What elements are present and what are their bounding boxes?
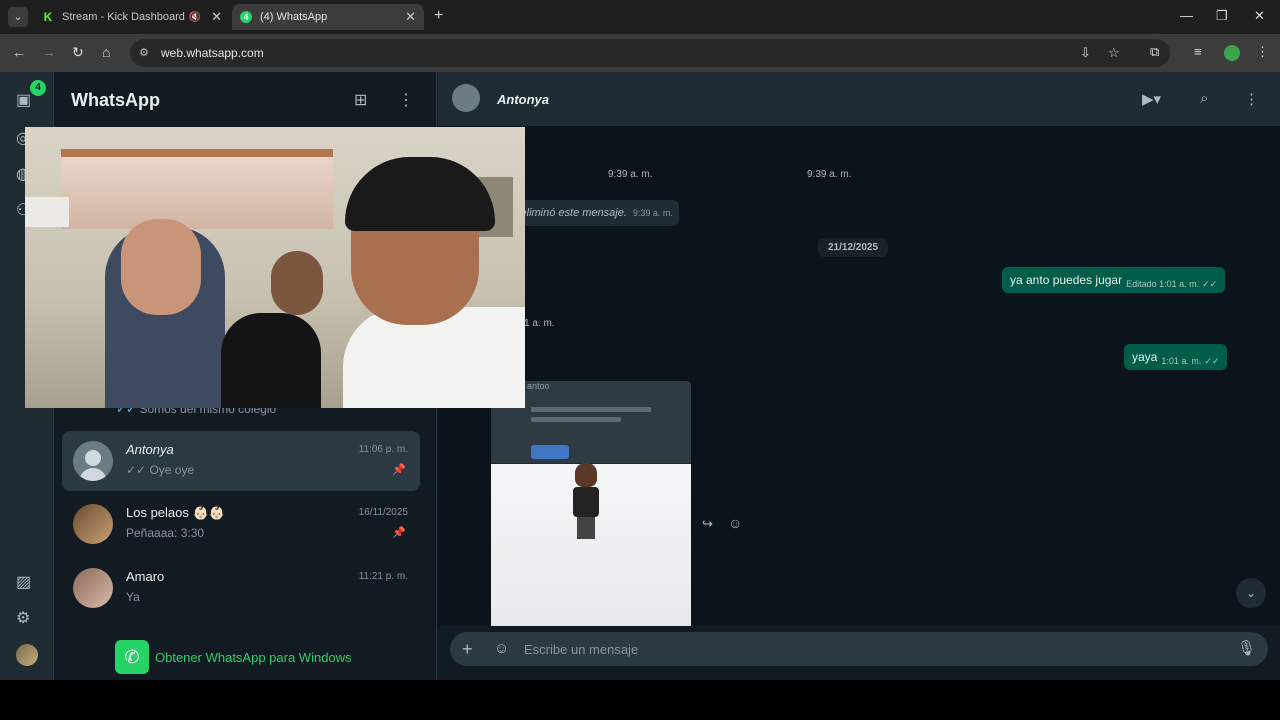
chat-name: Antonya (126, 442, 174, 457)
media-message[interactable]: antoo (491, 381, 691, 626)
close-tab-icon[interactable]: ✕ (405, 9, 416, 25)
delivered-ticks-icon: ✓✓ (1202, 278, 1218, 289)
message-time: 1 a. m. (524, 318, 555, 329)
message-text: yaya (1132, 350, 1158, 364)
contact-name[interactable]: Antonya (497, 92, 549, 107)
chat-time: 16/11/2025 (358, 507, 408, 518)
get-windows-app-label: Obtener WhatsApp para Windows (155, 649, 352, 665)
browser-tab-bar: ⌄ K Stream - Kick Dashboard 🔇 ✕ 4 (4) Wh… (0, 0, 1280, 34)
chat-preview: Peñaaaa: 3:30 (126, 526, 205, 540)
tab-title: Stream - Kick Dashboard (62, 11, 185, 23)
extensions-icon[interactable]: ⧉ (1150, 44, 1159, 60)
forward-icon[interactable]: ↪ (702, 516, 713, 532)
tab-whatsapp[interactable]: 4 (4) WhatsApp ✕ (232, 4, 424, 30)
unread-badge: 4 (30, 80, 46, 96)
new-chat-icon[interactable]: ⊞ (354, 90, 367, 110)
back-icon[interactable]: ← (12, 44, 26, 60)
settings-gear-icon[interactable]: ⚙ (16, 608, 30, 628)
chat-name: Los pelaos 👶🏻👶🏻 (126, 505, 225, 520)
chat-item-los-pelaos[interactable]: Los pelaos 👶🏻👶🏻 16/11/2025 Peñaaaa: 3:30… (62, 494, 420, 554)
profile-avatar[interactable] (1224, 45, 1240, 61)
reload-icon[interactable]: ↻ (72, 44, 84, 61)
chat-name: Amaro (126, 569, 165, 584)
chat-preview: Ya (126, 590, 140, 604)
message-meta: Editado 1:01 a. m. (1126, 279, 1200, 289)
bookmark-star-icon[interactable]: ☆ (1108, 45, 1120, 61)
url-text[interactable]: web.whatsapp.com (161, 46, 264, 60)
address-bar[interactable]: ⚙ web.whatsapp.com ⇩ ☆ (130, 39, 1170, 67)
new-tab-button[interactable]: + (434, 7, 443, 25)
date-divider: 21/12/2025 (818, 238, 889, 257)
chat-preview: ✓✓ Oye oye (126, 463, 195, 477)
avatar (73, 441, 113, 481)
deleted-message: Se eliminó este mensaje. 9:39 a. m. (498, 200, 679, 226)
delivered-ticks-icon: ✓✓ (1204, 355, 1220, 366)
message-text: ya anto puedes jugar (1010, 273, 1123, 287)
emoji-react-icon[interactable]: ☺ (728, 515, 742, 531)
restore-window-icon[interactable]: ❐ (1216, 8, 1228, 24)
browser-menu-icon[interactable]: ⋮ (1256, 44, 1269, 60)
media-caption: antoo (527, 381, 550, 391)
composer-box: + ☺ Escribe un mensaje 🎙 (450, 632, 1268, 666)
whatsapp-favicon-icon: 4 (240, 11, 252, 23)
message-time: 9:39 a. m. (608, 169, 653, 180)
browser-toolbar: ← → ↻ ⌂ ⚙ web.whatsapp.com ⇩ ☆ ⧉ ≡ ⋮ (0, 34, 1280, 72)
forward-icon[interactable]: → (42, 44, 56, 60)
my-profile-avatar[interactable] (16, 644, 38, 666)
conversation-panel: Antonya ▶▾ ⌕ ⋮ 9:39 a. m. 9:39 a. m. Se … (438, 72, 1280, 680)
tab-kick-dashboard[interactable]: K Stream - Kick Dashboard 🔇 ✕ (34, 4, 230, 30)
menu-kebab-icon[interactable]: ⋮ (398, 90, 414, 110)
muted-audio-icon[interactable]: 🔇 (189, 12, 201, 23)
message-composer: + ☺ Escribe un mensaje 🎙 (438, 626, 1280, 680)
home-icon[interactable]: ⌂ (102, 44, 110, 60)
search-icon[interactable]: ⌕ (1200, 90, 1208, 107)
attach-plus-icon[interactable]: + (462, 639, 473, 660)
pin-icon: 📌 (392, 464, 406, 476)
outgoing-message[interactable]: ya anto puedes jugar Editado 1:01 a. m. … (1002, 267, 1226, 293)
avatar (73, 504, 113, 544)
microphone-icon[interactable]: 🎙 (1237, 639, 1256, 657)
message-input[interactable]: Escribe un mensaje (524, 642, 638, 657)
chat-item-amaro[interactable]: Amaro 11:21 p. m. Ya (62, 558, 420, 618)
minimize-window-icon[interactable]: — (1180, 8, 1193, 23)
message-time: 9:39 a. m. (632, 208, 673, 218)
get-windows-app-link[interactable]: ✆ Obtener WhatsApp para Windows (115, 640, 352, 674)
media-controls-icon[interactable]: ≡ (1194, 44, 1202, 59)
whatsapp-logo-icon: ✆ (115, 640, 149, 674)
message-meta: 1:01 a. m. (1161, 356, 1202, 366)
conversation-header[interactable]: Antonya ▶▾ ⌕ ⋮ (438, 72, 1280, 126)
message-list[interactable]: 9:39 a. m. 9:39 a. m. Se eliminó este me… (438, 126, 1280, 626)
close-window-icon[interactable]: ✕ (1254, 8, 1265, 24)
install-app-icon[interactable]: ⇩ (1080, 45, 1091, 61)
scroll-down-button[interactable]: ⌄ (1236, 578, 1266, 608)
site-info-icon[interactable]: ⚙ (139, 46, 149, 59)
tab-title: (4) WhatsApp (260, 11, 328, 23)
close-tab-icon[interactable]: ✕ (211, 9, 222, 25)
avatar (73, 568, 113, 608)
media-gallery-icon[interactable]: ▨ (16, 572, 31, 592)
kick-favicon-icon: K (42, 10, 54, 24)
webcam-overlay (25, 127, 525, 408)
chat-time: 11:06 p. m. (358, 444, 408, 455)
chats-icon[interactable]: ▣ (16, 90, 31, 110)
app-title: WhatsApp (71, 90, 160, 110)
video-call-icon[interactable]: ▶▾ (1142, 90, 1161, 108)
chat-time: 11:21 p. m. (358, 571, 408, 582)
tab-search-button[interactable]: ⌄ (8, 7, 28, 27)
message-time: 9:39 a. m. (807, 169, 852, 180)
outgoing-message[interactable]: yaya 1:01 a. m. ✓✓ (1124, 344, 1228, 370)
chat-item-antonya[interactable]: Antonya 11:06 p. m. ✓✓ Oye oye 📌 (62, 431, 420, 491)
sticker-icon[interactable]: ☺ (494, 640, 509, 657)
menu-kebab-icon[interactable]: ⋮ (1244, 90, 1259, 108)
pin-icon: 📌 (392, 527, 406, 539)
contact-avatar[interactable] (452, 84, 480, 112)
